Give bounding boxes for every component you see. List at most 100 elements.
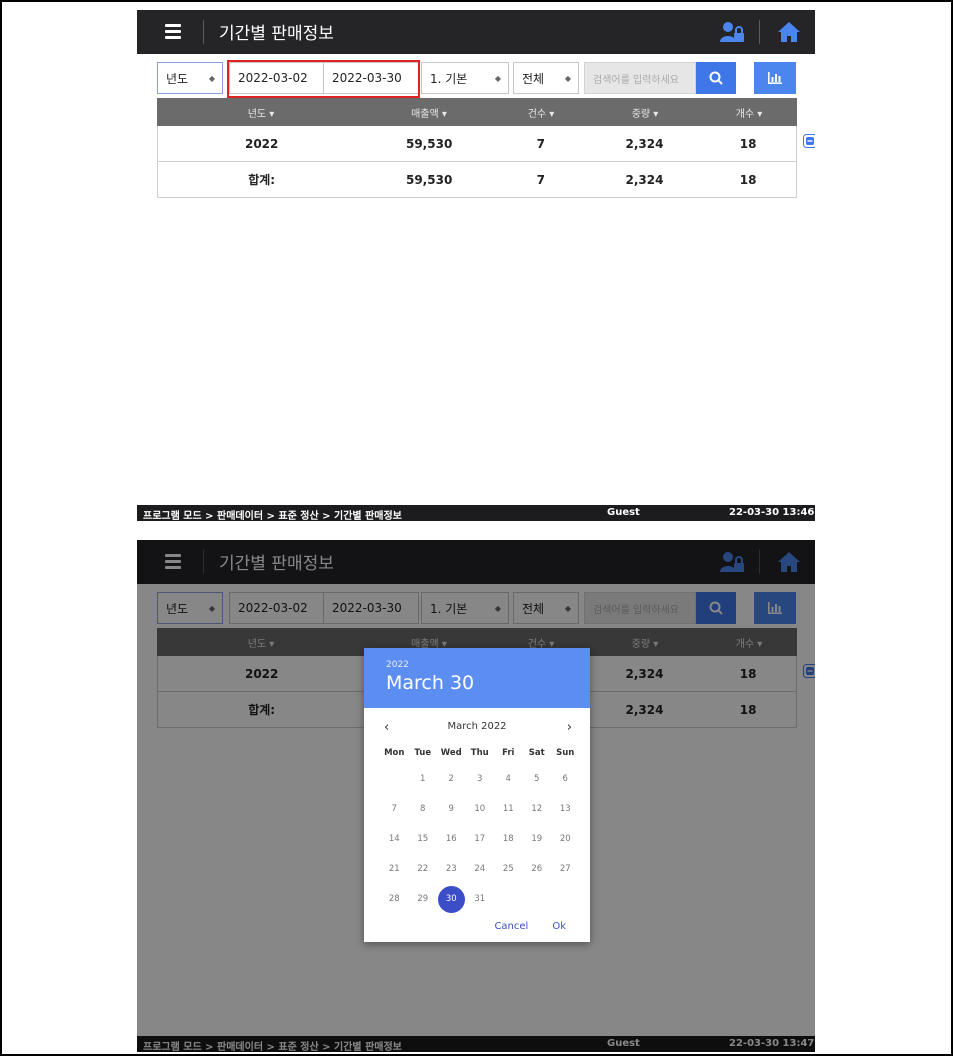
header-year[interactable]: 년도 ▾ (157, 98, 365, 126)
select-arrow-icon: ◆ (564, 74, 571, 83)
calendar-day-label: 6 (562, 774, 568, 784)
calendar-day-label: 17 (474, 834, 486, 844)
cell-count: 7 (536, 136, 545, 151)
cell-quantity: 18 (739, 136, 757, 151)
picker-selected-date: March 30 (386, 672, 475, 694)
weekday-header: Mon Tue Wed Thu Fri Sat Sun (364, 742, 590, 764)
calendar-day[interactable]: 12 (523, 804, 552, 814)
total-row[interactable]: 합계: 59,530 7 2,324 18 (157, 162, 797, 198)
side-panel-toggle-icon[interactable] (803, 134, 815, 148)
calendar-day-label: 31 (474, 894, 486, 904)
home-icon[interactable] (777, 21, 801, 43)
year-select[interactable]: 년도 ◆ (157, 62, 223, 94)
calendar-day[interactable]: 6 (551, 774, 580, 784)
chart-button[interactable] (754, 62, 796, 94)
calendar-day[interactable]: 24 (466, 864, 495, 874)
cell-count: 7 (536, 172, 545, 187)
cell-sales: 59,530 (405, 136, 453, 151)
calendar-day[interactable]: 5 (523, 774, 552, 784)
screen-before: 기간별 판매정보 년도 ◆ 2022-03-02 2022-03-30 1. 기본… (137, 10, 815, 521)
header-quantity[interactable]: 개수 ▾ (701, 98, 797, 126)
calendar-day-label: 20 (559, 834, 571, 844)
header-sales[interactable]: 매출액 ▾ (365, 98, 493, 126)
weekday-label: Sat (528, 748, 545, 758)
calendar-day-label: 19 (531, 834, 543, 844)
calendar-day[interactable]: 1 (409, 774, 438, 784)
year-select-label: 년도 (166, 71, 189, 86)
grid-header: 년도 ▾ 매출액 ▾ 건수 ▾ 중량 ▾ 개수 ▾ (157, 98, 797, 126)
calendar-day[interactable]: 18 (494, 834, 523, 844)
calendar-day-label: 22 (417, 864, 429, 874)
calendar-day[interactable]: 25 (494, 864, 523, 874)
calendar-day[interactable]: 8 (409, 804, 438, 814)
date-picker-header: 2022 March 30 (364, 648, 590, 708)
calendar-day[interactable]: 23 (437, 864, 466, 874)
calendar-day[interactable]: 22 (409, 864, 438, 874)
calendar-day[interactable]: 31 (466, 894, 495, 904)
calendar-week: 1 2 3 4 5 6 (380, 764, 590, 794)
status-bar: 프로그램 모드 > 판매데이터 > 표준 정산 > 기간별 판매정보 Guest… (137, 505, 815, 521)
calendar-day[interactable]: 27 (551, 864, 580, 874)
filter-select[interactable]: 전체 ◆ (513, 62, 579, 94)
month-label: March 2022 (447, 721, 507, 732)
calendar-day[interactable]: 19 (523, 834, 552, 844)
calendar-day-selected[interactable]: 30 (437, 886, 466, 913)
header-weight[interactable]: 중량 ▾ (589, 98, 701, 126)
calendar-week: 7 8 9 10 11 12 13 (380, 794, 590, 824)
calendar-day[interactable]: 7 (380, 804, 409, 814)
cancel-button[interactable]: Cancel (494, 921, 528, 932)
cell-year: 합계: (248, 173, 276, 187)
calendar-day[interactable]: 21 (380, 864, 409, 874)
cell-quantity: 18 (739, 172, 757, 187)
filter-toolbar: 년도 ◆ 2022-03-02 2022-03-30 1. 기본 ◆ 전체 ◆ 검색어… (157, 60, 797, 98)
calendar-day-label: 7 (391, 804, 397, 814)
calendar-day[interactable]: 9 (437, 804, 466, 814)
calendar-day[interactable]: 13 (551, 804, 580, 814)
clock: 22-03-30 13:46 (729, 507, 815, 518)
next-month-icon[interactable]: › (567, 720, 572, 735)
header-count[interactable]: 건수 ▾ (493, 98, 589, 126)
calendar-day-label: 29 (417, 894, 429, 904)
calendar-day[interactable]: 17 (466, 834, 495, 844)
mode-select[interactable]: 1. 기본 ◆ (421, 62, 509, 94)
cell-year: 2022 (244, 136, 279, 151)
calendar-day[interactable]: 29 (409, 894, 438, 904)
calendar-days: 1 2 3 4 5 6 7 8 9 10 11 12 13 14 15 16 17 18 19 20 21 22 23 24 2… (364, 764, 590, 914)
calendar-day[interactable]: 26 (523, 864, 552, 874)
user-lock-icon[interactable] (720, 21, 744, 43)
table-row[interactable]: 2022 59,530 7 2,324 18 (157, 126, 797, 162)
select-arrow-icon: ◆ (208, 74, 215, 83)
search-input[interactable]: 검색어를 입력하세요 (584, 62, 696, 94)
calendar-day-label: 15 (417, 834, 429, 844)
calendar-day-label: 24 (474, 864, 486, 874)
calendar-week: 28 29 30 31 (380, 884, 590, 914)
ok-button[interactable]: Ok (552, 921, 566, 932)
calendar-day[interactable]: 11 (494, 804, 523, 814)
calendar-day[interactable]: 14 (380, 834, 409, 844)
search-button[interactable] (696, 62, 736, 94)
calendar-day-label: 30 (445, 894, 457, 904)
calendar-day-label: 8 (420, 804, 426, 814)
calendar-day[interactable]: 2 (437, 774, 466, 784)
weekday-label: Sun (556, 748, 575, 758)
calendar-day-label: 12 (531, 804, 543, 814)
calendar-day-label: 2 (448, 774, 454, 784)
weekday-label: Mon (384, 748, 405, 758)
picker-year[interactable]: 2022 (386, 660, 590, 670)
calendar-day[interactable]: 16 (437, 834, 466, 844)
calendar-day[interactable]: 20 (551, 834, 580, 844)
calendar-day-label: 13 (559, 804, 571, 814)
calendar-day[interactable]: 15 (409, 834, 438, 844)
weekday-label: Wed (440, 748, 462, 758)
top-bar: 기간별 판매정보 (137, 10, 815, 54)
menu-icon[interactable] (165, 24, 181, 39)
bar-chart-icon (768, 72, 782, 84)
calendar-day[interactable]: 3 (466, 774, 495, 784)
picker-actions: Cancel Ok (494, 921, 566, 932)
calendar-day[interactable]: 4 (494, 774, 523, 784)
calendar-day-label: 9 (448, 804, 454, 814)
calendar-day-label: 18 (502, 834, 514, 844)
calendar-day[interactable]: 28 (380, 894, 409, 904)
calendar-day[interactable]: 10 (466, 804, 495, 814)
filter-select-label: 전체 (522, 71, 545, 86)
